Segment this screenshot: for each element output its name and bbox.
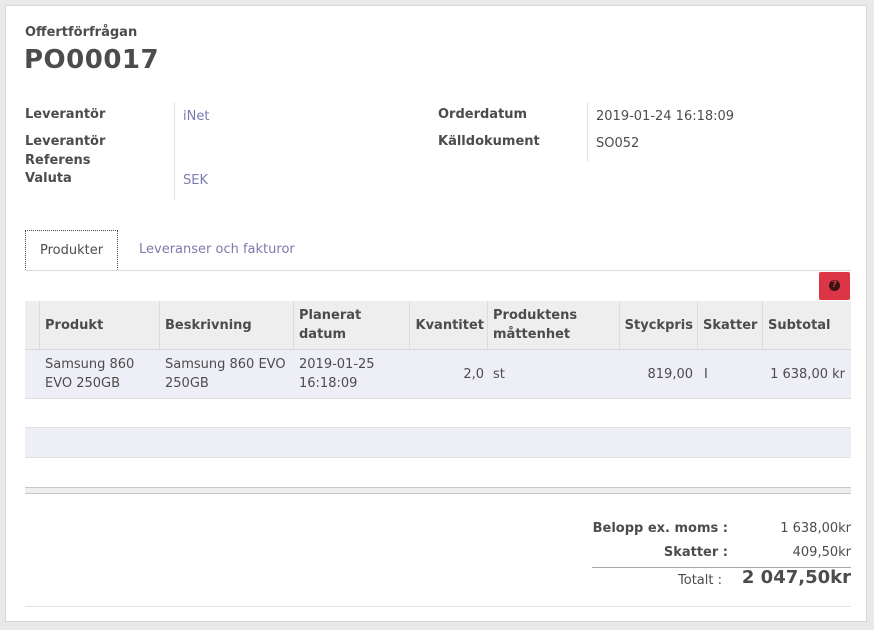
column-header-uom[interactable]: Produktens måttenhet: [493, 301, 618, 349]
table-row[interactable]: Samsung 860 EVO 250GB Samsung 860 EVO 25…: [25, 350, 851, 399]
column-header-description[interactable]: Beskrivning: [165, 301, 290, 349]
column-header-unit-price[interactable]: Styckpris: [621, 301, 693, 349]
column-header-subtotal[interactable]: Subtotal: [768, 301, 848, 349]
column-header-uom-line1: Produktens: [493, 308, 578, 323]
column-header-planned-date-line1: Planerat: [299, 308, 362, 323]
table-footer: [25, 487, 851, 494]
cell-planned-date: 2019-01-25 16:18:09: [299, 357, 375, 391]
bottom-divider: [25, 606, 851, 607]
total-value: 2 047,50kr: [741, 567, 851, 588]
cell-unit-price: 819,00: [647, 366, 694, 382]
table-header: Produkt Beskrivning Planerat datum Kvant…: [25, 301, 851, 350]
order-date-value: 2019-01-24 16:18:09: [596, 109, 735, 124]
column-header-planned-date[interactable]: Planerat datum: [299, 301, 404, 349]
cell-uom: st: [493, 366, 505, 382]
document-name: PO00017: [24, 45, 160, 75]
order-date-label: Orderdatum: [438, 107, 528, 122]
order-lines-table: Produkt Beskrivning Planerat datum Kvant…: [25, 301, 851, 494]
taxes-amount-value: 409,50kr: [792, 545, 851, 560]
untaxed-amount-label: Belopp ex. moms :: [592, 521, 728, 536]
cell-product: Samsung 860 EVO 250GB: [45, 357, 135, 391]
cell-taxes: I: [704, 366, 708, 382]
table-empty-row: [25, 458, 851, 487]
cell-subtotal: 1 638,00 kr: [770, 366, 845, 382]
taxes-amount-label: Skatter :: [663, 545, 728, 560]
total-label: Totalt :: [678, 573, 722, 588]
currency-label: Valuta: [25, 171, 72, 186]
currency-value[interactable]: SEK: [183, 171, 208, 190]
column-header-product[interactable]: Produkt: [45, 301, 155, 349]
source-document-value: SO052: [596, 136, 640, 151]
column-header-taxes[interactable]: Skatter: [703, 301, 763, 349]
help-button[interactable]: ?: [819, 272, 850, 300]
right-field-divider: [587, 102, 588, 162]
source-document-label: Källdokument: [438, 134, 540, 149]
vendor-label: Leverantör: [25, 107, 106, 122]
untaxed-amount-value: 1 638,00kr: [780, 521, 851, 536]
notebook-tabs: Produkter Leveranser och fakturor: [25, 230, 851, 271]
purchase-order-sheet: Offertförfrågan PO00017 Leverantör iNet …: [5, 5, 867, 622]
vendor-value[interactable]: iNet: [183, 107, 209, 126]
cell-description: Samsung 860 EVO 250GB: [165, 357, 286, 391]
column-header-quantity[interactable]: Kvantitet: [411, 301, 485, 349]
tab-products[interactable]: Produkter: [25, 230, 119, 270]
vendor-ref-label-line1: Leverantör: [25, 134, 106, 149]
column-header-planned-date-line2: datum: [299, 327, 347, 342]
question-circle-icon: ?: [829, 280, 840, 291]
column-header-uom-line2: måttenhet: [493, 327, 571, 342]
tab-deliveries-invoices[interactable]: Leveranser och fakturor: [125, 230, 309, 269]
table-empty-row: [25, 399, 851, 428]
document-type-label: Offertförfrågan: [25, 25, 138, 40]
vendor-ref-label-line2: Referens: [25, 153, 91, 168]
table-empty-row: [25, 428, 851, 458]
cell-quantity: 2,0: [463, 366, 484, 382]
left-field-divider: [174, 102, 175, 200]
